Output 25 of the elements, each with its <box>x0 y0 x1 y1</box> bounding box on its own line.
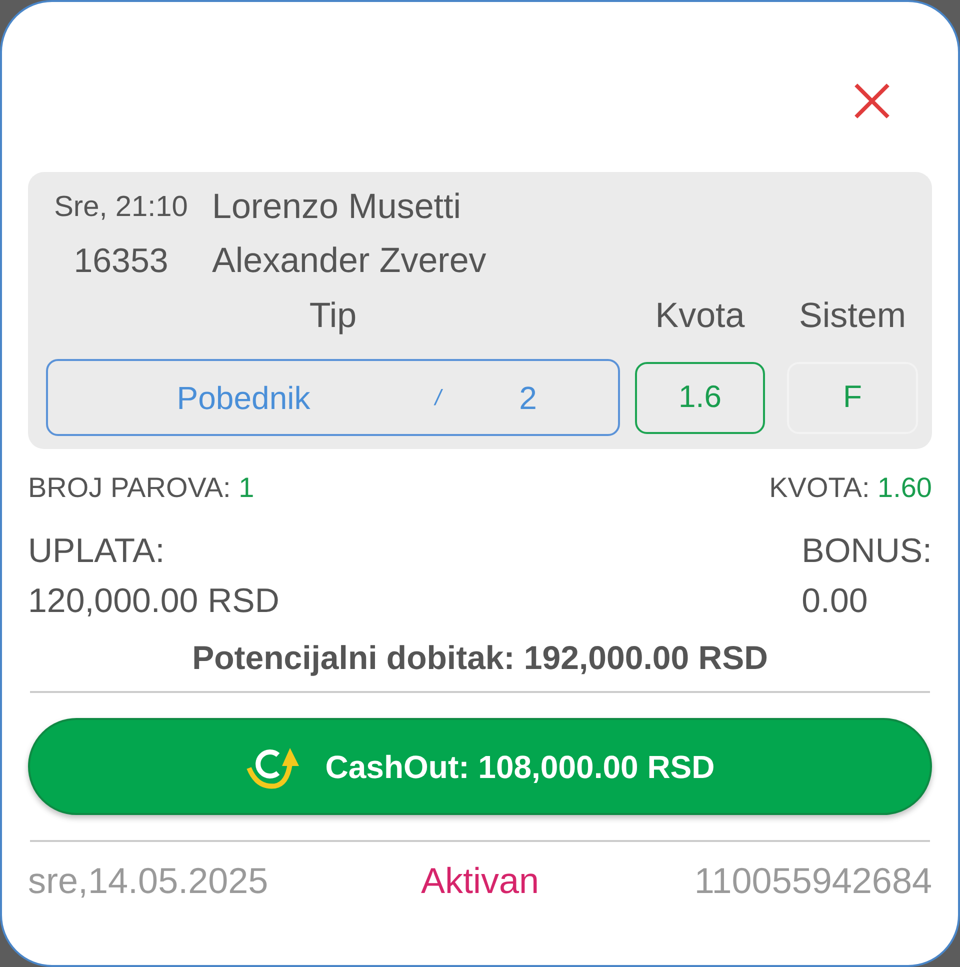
pairs-count-text: BROJ PAROVA: 1 <box>28 471 254 505</box>
column-header: Tip <box>309 295 357 337</box>
status-text: Aktivan <box>420 859 540 903</box>
bonus-label: BONUS: <box>802 530 932 572</box>
pick-value: 2 <box>519 378 537 418</box>
stake-amount: 120,000.00 RSD <box>28 580 280 622</box>
potential-win-text: Potencijalni dobitak: 192,000.00 RSD <box>192 638 768 678</box>
column-header: Kvota <box>655 295 745 337</box>
stake-label: UPLATA: <box>28 530 166 572</box>
cashout-button[interactable]: CashOut: 108,000.00 RSD <box>28 718 932 815</box>
separator-slash: / <box>434 384 442 412</box>
bonus-amount: 0.00 <box>802 580 868 622</box>
close-icon <box>854 83 890 119</box>
match-time: Sre, 21:10 <box>54 190 188 225</box>
system-value: F <box>787 362 918 434</box>
market-name: Pobednik <box>176 378 310 418</box>
column-header: Sistem <box>799 295 906 337</box>
bet-date: sre,14.05.2025 <box>28 859 268 903</box>
close-button[interactable] <box>854 83 890 119</box>
team-name: Lorenzo Musetti <box>212 186 462 228</box>
team-name: Alexander Zverev <box>212 240 486 282</box>
match-code: 16353 <box>74 241 168 281</box>
ticket-id: 110055942684 <box>694 859 932 903</box>
odds-value: 1.6 <box>635 362 765 434</box>
total-odds-text: KVOTA: 1.60 <box>769 471 932 505</box>
